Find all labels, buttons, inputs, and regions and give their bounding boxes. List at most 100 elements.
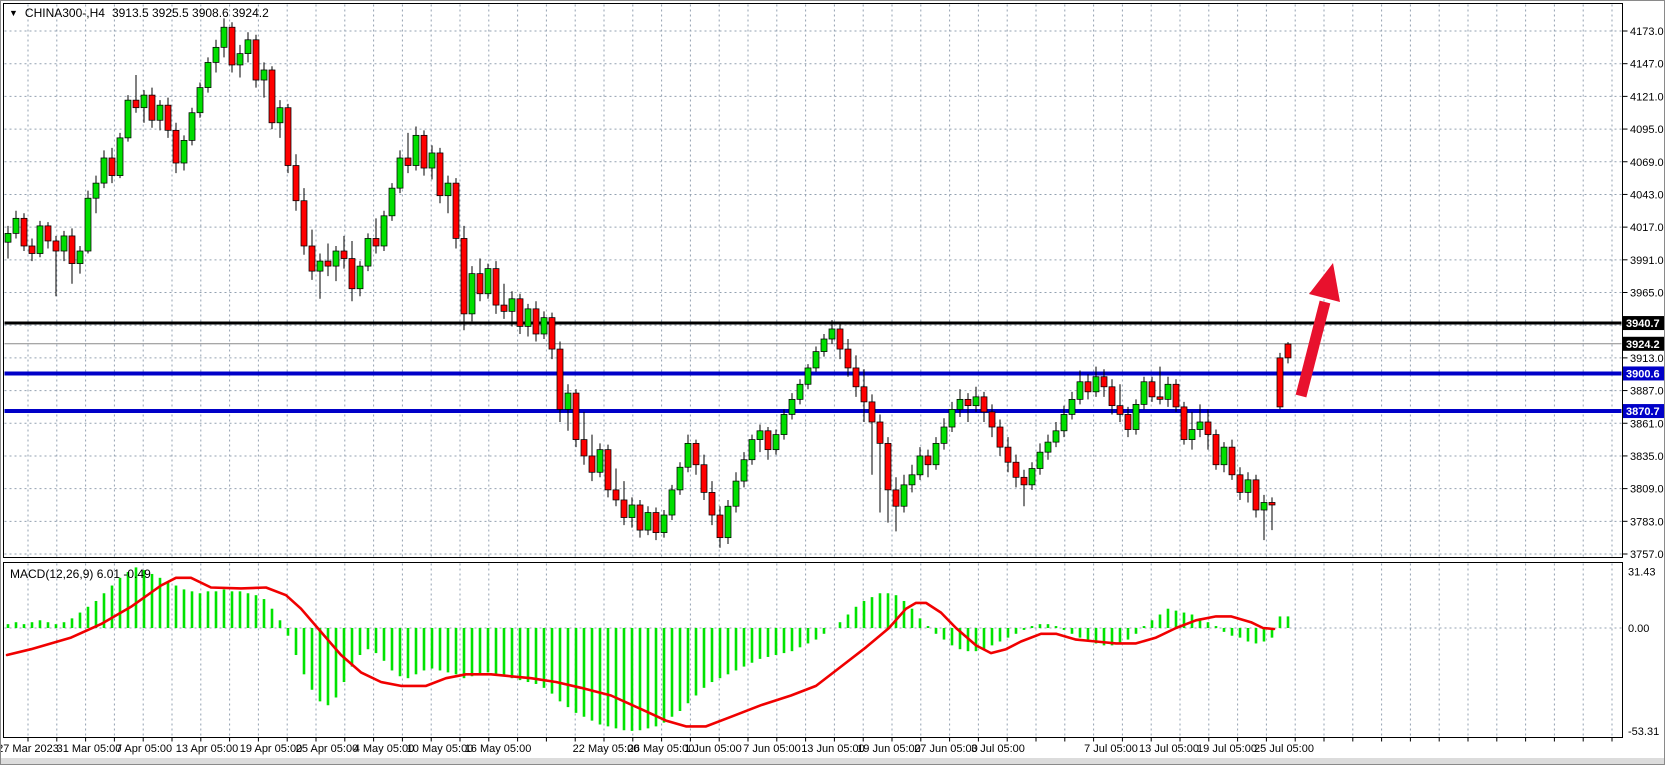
candle-body: [901, 485, 907, 506]
candle-body: [1013, 462, 1019, 477]
time-axis-label: 19 Jul 05:00: [1197, 743, 1257, 755]
candle-body: [1213, 435, 1219, 465]
candle-body: [501, 305, 507, 311]
candle-body: [165, 105, 171, 130]
price-tag-value: 3870.7: [1626, 406, 1660, 418]
candle-body: [333, 251, 339, 266]
candle-body: [805, 368, 811, 384]
price-axis-label: 4043.0: [1630, 189, 1664, 201]
time-axis-label: 25 Apr 05:00: [296, 743, 358, 755]
chart-canvas[interactable]: 4173.04147.04121.04095.04069.04043.04017…: [1, 1, 1665, 765]
candle-body: [1085, 382, 1091, 392]
candle-body: [421, 135, 427, 168]
candle-body: [29, 246, 35, 254]
candle-body: [1117, 406, 1123, 415]
macd-axis-label: -53.31: [1628, 726, 1659, 738]
candle-body: [541, 318, 547, 334]
candle-body: [285, 108, 291, 166]
candle-body: [461, 238, 467, 313]
candle-body: [565, 393, 571, 409]
candle-body: [1189, 430, 1195, 440]
price-axis-label: 3965.0: [1630, 288, 1664, 300]
candle-body: [509, 299, 515, 312]
candle-body: [1053, 431, 1059, 442]
candle-body: [893, 490, 899, 506]
candle-body: [589, 456, 595, 472]
candle-body: [885, 443, 891, 490]
candle-body: [749, 440, 755, 460]
candle-body: [709, 492, 715, 515]
candle-body: [605, 450, 611, 490]
time-axis-label: 13 Jun 05:00: [801, 743, 865, 755]
candle-body: [645, 513, 651, 531]
time-axis-label: 27 Jun 05:00: [914, 743, 978, 755]
candle-body: [781, 414, 787, 434]
candle-body: [405, 158, 411, 166]
candle-body: [69, 236, 75, 264]
candle-body: [277, 108, 283, 123]
candle-body: [205, 62, 211, 87]
candle-body: [1277, 358, 1283, 407]
symbol-dropdown-icon[interactable]: ▼: [9, 7, 18, 19]
candle-body: [821, 339, 827, 352]
candle-body: [373, 238, 379, 246]
candle-body: [221, 27, 227, 47]
candle-body: [813, 352, 819, 368]
candle-body: [1229, 447, 1235, 475]
candle-body: [861, 387, 867, 402]
candle-body: [597, 450, 603, 473]
candle-body: [437, 153, 443, 196]
candle-body: [1149, 382, 1155, 397]
candle-body: [349, 259, 355, 289]
candle-body: [677, 467, 683, 490]
candle-body: [485, 269, 491, 294]
candle-body: [1221, 447, 1227, 465]
candle-body: [173, 130, 179, 163]
price-axis-label: 3913.0: [1630, 353, 1664, 365]
candle-body: [133, 100, 139, 108]
time-axis-label: 10 May 05:00: [407, 743, 474, 755]
candle-body: [637, 505, 643, 530]
candle-body: [197, 88, 203, 113]
candle-body: [1141, 382, 1147, 405]
trading-chart-window: 4173.04147.04121.04095.04069.04043.04017…: [0, 0, 1665, 765]
candle-body: [1029, 469, 1035, 485]
candle-body: [493, 269, 499, 305]
time-axis-label: 19 Apr 05:00: [240, 743, 302, 755]
candle-body: [293, 166, 299, 201]
macd-axis-label: 31.43: [1628, 567, 1656, 579]
price-axis-label: 4121.0: [1630, 91, 1664, 103]
candle-body: [909, 475, 915, 485]
candle-body: [445, 183, 451, 196]
candle-body: [325, 261, 331, 266]
candle-body: [965, 399, 971, 405]
candle-body: [973, 397, 979, 406]
candle-body: [1261, 502, 1267, 510]
macd-axis-label: 0.00: [1628, 623, 1649, 635]
candle-body: [5, 233, 11, 242]
price-axis-label: 4017.0: [1630, 222, 1664, 234]
candle-body: [1005, 447, 1011, 462]
time-axis-label: 7 Jun 05:00: [743, 743, 801, 755]
candle-body: [61, 236, 67, 251]
candle-body: [1253, 480, 1259, 510]
candle-body: [853, 368, 859, 387]
candle-body: [1165, 384, 1171, 399]
candle-body: [1125, 414, 1131, 429]
candle-body: [269, 70, 275, 123]
candle-body: [1285, 344, 1291, 358]
time-axis-label: 13 Jul 05:00: [1139, 743, 1199, 755]
candle-body: [941, 427, 947, 443]
candle-body: [181, 140, 187, 163]
candle-body: [661, 515, 667, 533]
candle-body: [125, 100, 131, 138]
main-chart-plot[interactable]: [4, 4, 1623, 558]
time-axis-label: 7 Jul 05:00: [1084, 743, 1138, 755]
candle-body: [837, 329, 843, 349]
candle-body: [341, 251, 347, 259]
price-axis-label: 4147.0: [1630, 59, 1664, 71]
candle-body: [613, 490, 619, 500]
price-axis-label: 3783.0: [1630, 516, 1664, 528]
bottom-scroll-strip[interactable]: [1, 758, 1665, 765]
candle-body: [653, 513, 659, 533]
